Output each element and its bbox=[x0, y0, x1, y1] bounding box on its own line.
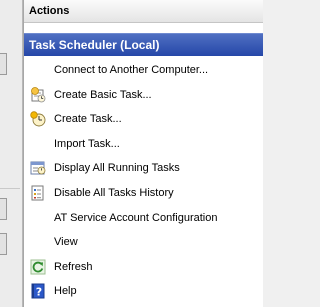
left-pane-button[interactable] bbox=[0, 53, 7, 75]
action-create-basic-task[interactable]: Create Basic Task... bbox=[24, 83, 263, 108]
action-label: Import Task... bbox=[54, 137, 120, 150]
help-icon: ? bbox=[31, 283, 45, 299]
action-label: Display All Running Tasks bbox=[54, 162, 180, 175]
action-import-task[interactable]: Import Task... bbox=[24, 132, 263, 157]
create-task-icon bbox=[30, 111, 46, 127]
action-disable-all-tasks-history[interactable]: Disable All Tasks History bbox=[24, 181, 263, 206]
tasks-history-icon bbox=[31, 185, 44, 201]
action-create-task[interactable]: Create Task... bbox=[24, 107, 263, 132]
action-label: View bbox=[54, 236, 78, 249]
refresh-icon bbox=[30, 259, 46, 275]
left-pane-button[interactable] bbox=[0, 198, 7, 220]
action-refresh[interactable]: Refresh bbox=[24, 255, 263, 280]
action-at-service-account-configuration[interactable]: AT Service Account Configuration bbox=[24, 206, 263, 231]
action-label: Help bbox=[54, 285, 77, 298]
action-label: AT Service Account Configuration bbox=[54, 211, 218, 224]
left-pane bbox=[0, 0, 23, 307]
left-pane-button[interactable] bbox=[0, 233, 7, 255]
svg-text:?: ? bbox=[36, 286, 42, 299]
action-view[interactable]: View bbox=[24, 230, 263, 255]
wizard-icon bbox=[31, 86, 46, 102]
action-display-all-running-tasks[interactable]: Display All Running Tasks bbox=[24, 156, 263, 181]
action-help[interactable]: ? Help bbox=[24, 279, 263, 304]
running-tasks-icon bbox=[30, 161, 46, 175]
action-label: Create Basic Task... bbox=[54, 88, 152, 101]
action-label: Create Task... bbox=[54, 113, 122, 126]
section-header-task-scheduler[interactable]: Task Scheduler (Local) bbox=[24, 33, 263, 56]
action-list: Connect to Another Computer... Create Ba… bbox=[24, 58, 263, 304]
actions-pane: Actions Task Scheduler (Local) Connect t… bbox=[23, 0, 263, 307]
action-label: Disable All Tasks History bbox=[54, 186, 174, 199]
actions-pane-title: Actions bbox=[24, 0, 263, 23]
action-connect-to-another-computer[interactable]: Connect to Another Computer... bbox=[24, 58, 263, 83]
action-label: Refresh bbox=[54, 260, 93, 273]
left-pane-divider bbox=[0, 188, 20, 189]
action-label: Connect to Another Computer... bbox=[54, 64, 209, 76]
